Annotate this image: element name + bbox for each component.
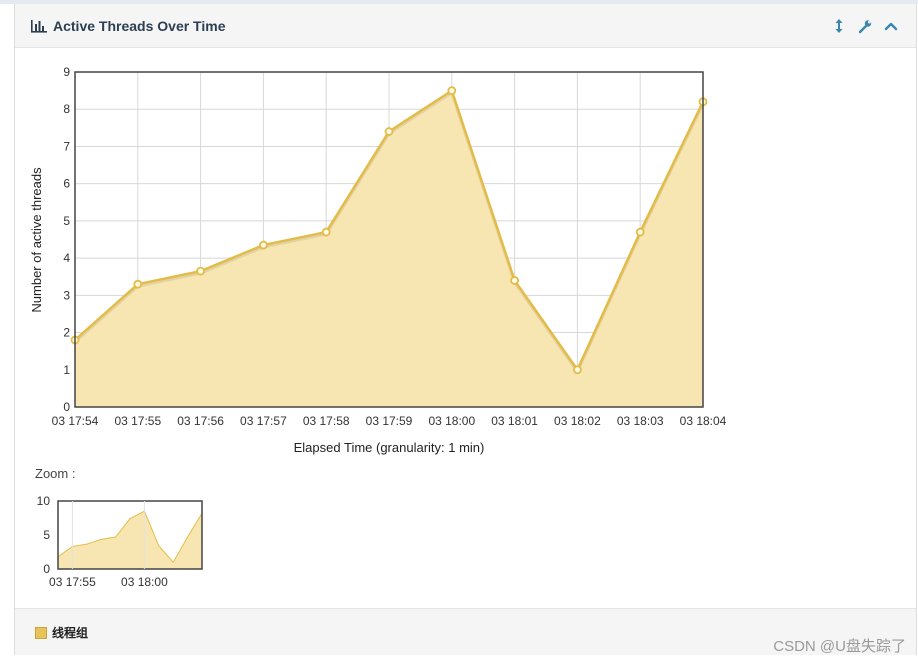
y-tick-label: 3 xyxy=(63,288,70,302)
zoom-y-tick-label: 5 xyxy=(43,528,50,542)
watermark: CSDN @U盘失踪了 xyxy=(773,638,906,655)
zoom-y-tick-label: 10 xyxy=(37,494,51,508)
y-tick-label: 1 xyxy=(63,363,70,377)
y-tick-label: 8 xyxy=(63,102,70,116)
data-point xyxy=(573,365,582,375)
y-tick-label: 0 xyxy=(63,400,70,414)
data-point xyxy=(510,276,519,285)
x-tick-label: 03 17:58 xyxy=(303,414,350,428)
data-point xyxy=(384,127,394,136)
x-tick-label: 03 17:54 xyxy=(52,414,99,428)
x-tick-label: 03 17:55 xyxy=(114,414,161,428)
data-point xyxy=(635,227,645,237)
y-tick-label: 6 xyxy=(63,177,70,191)
y-tick-label: 2 xyxy=(63,326,70,340)
x-tick-label: 03 17:59 xyxy=(366,414,413,428)
zoom-x-tick-label: 03 17:55 xyxy=(49,575,96,589)
zoom-y-tick-label: 0 xyxy=(43,562,50,576)
zoom-label: Zoom : xyxy=(35,466,76,481)
x-axis-label: Elapsed Time (granularity: 1 min) xyxy=(294,440,485,455)
x-tick-label: 03 18:02 xyxy=(554,414,601,428)
y-tick-label: 4 xyxy=(63,251,70,265)
x-tick-label: 03 17:57 xyxy=(240,414,287,428)
data-point xyxy=(447,86,457,96)
x-tick-label: 03 18:01 xyxy=(491,414,538,428)
data-point xyxy=(321,227,331,237)
x-tick-label: 03 18:04 xyxy=(680,414,727,428)
data-point xyxy=(196,266,206,276)
x-tick-label: 03 18:03 xyxy=(617,414,664,428)
main-chart[interactable]: 0 1 2 3 4 5 6 7 8 9 03 17:54 03 17:55 03 17:56 03 17:… xyxy=(0,0,918,663)
y-tick-label: 5 xyxy=(63,214,70,228)
y-axis-label: Number of active threads xyxy=(29,167,44,313)
x-tick-label: 03 18:00 xyxy=(428,414,475,428)
y-tick-label: 7 xyxy=(63,139,70,153)
data-point xyxy=(258,240,268,250)
x-tick-label: 03 17:56 xyxy=(177,414,224,428)
zoom-x-tick-label: 03 18:00 xyxy=(121,575,168,589)
y-tick-label: 9 xyxy=(63,65,70,79)
data-point xyxy=(133,279,143,289)
